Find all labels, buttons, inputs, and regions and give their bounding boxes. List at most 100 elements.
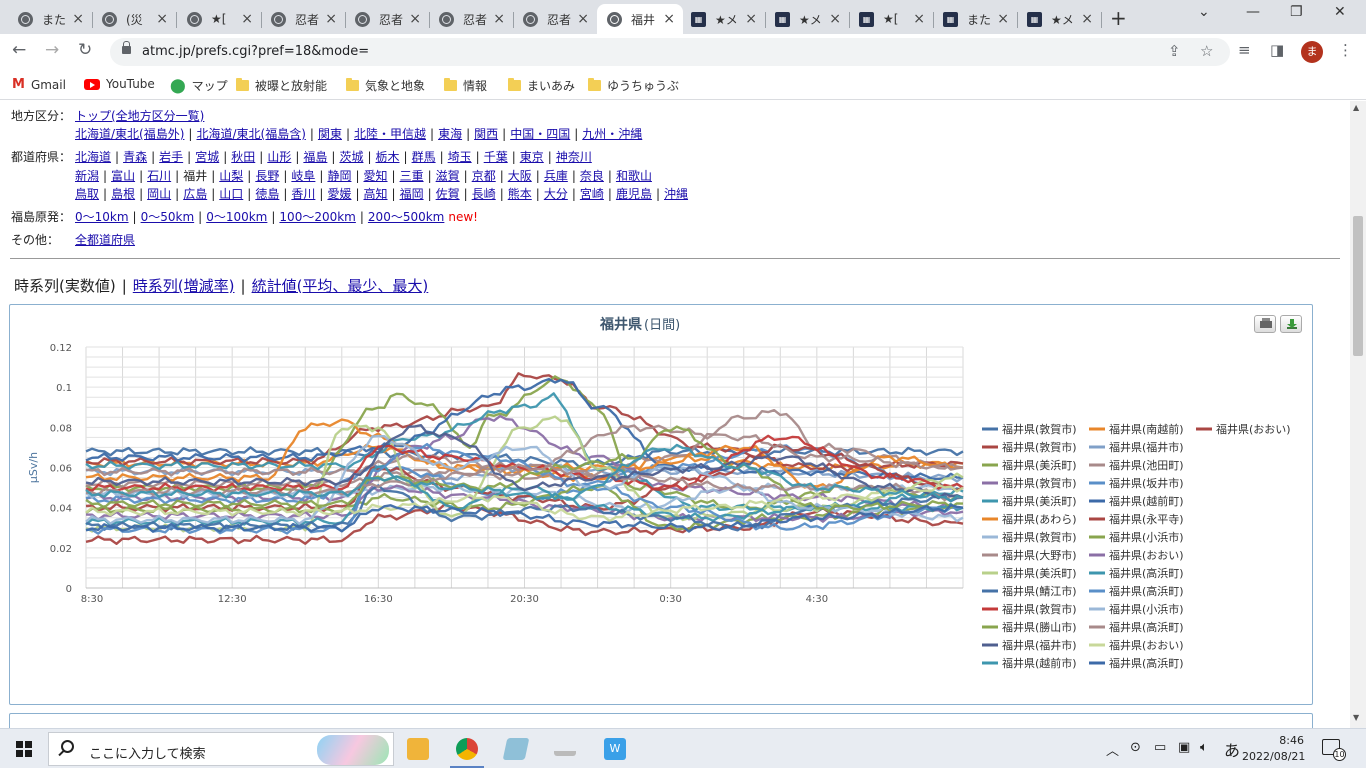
tab-close-icon[interactable]: × [72,11,84,27]
taskbar-clock[interactable]: 8:46 2022/08/21 [1242,733,1305,765]
print-button[interactable] [1254,315,1276,333]
prefecture-link-4[interactable]: 山口 [219,187,243,201]
browser-tab[interactable]: 忍者 × [345,4,430,34]
bookmark-item[interactable]: ⬤ マップ [170,77,228,94]
prefecture-link-12[interactable]: 大阪 [508,169,532,183]
chrome-icon[interactable] [456,738,478,760]
browser-tab[interactable]: 福井 × [597,4,683,34]
fukushima-link-1[interactable]: 0～50km [141,210,195,224]
prefecture-link-12[interactable]: 東京 [520,150,544,164]
address-bar[interactable]: atmc.jp/prefs.cgi?pref=18&mode= ⇪ ☆ [110,38,1230,66]
prefecture-link-5[interactable]: 徳島 [255,187,279,201]
view-statistics-link[interactable]: 統計値(平均、最少、最大) [252,277,429,295]
reading-list-icon[interactable]: ≡ [1238,41,1251,59]
prefecture-link-9[interactable]: 群馬 [412,150,436,164]
browser-tab[interactable]: 忍者 × [261,4,346,34]
restore-icon[interactable]: ❐ [1290,4,1303,20]
prefecture-link-2[interactable]: 石川 [147,169,171,183]
prefecture-link-5[interactable]: 山形 [267,150,291,164]
tab-close-icon[interactable]: × [241,11,253,27]
bookmark-item[interactable]: ゆうちゅうぶ [588,77,679,94]
menu-icon[interactable]: ⋮ [1338,41,1353,59]
prefecture-link-16[interactable]: 沖縄 [664,187,688,201]
prefecture-link-1[interactable]: 島根 [111,187,135,201]
prefecture-link-0[interactable]: 新潟 [75,169,99,183]
prefecture-link-3[interactable]: 広島 [183,187,207,201]
ime-indicator[interactable]: あ [1224,737,1240,761]
windows-start-icon[interactable] [16,741,32,757]
prefecture-link-10[interactable]: 埼玉 [448,150,472,164]
browser-tab[interactable]: ★[× [177,4,262,34]
side-panel-icon[interactable]: ◨ [1270,41,1284,59]
prefecture-link-13[interactable]: 兵庫 [544,169,568,183]
notepad-icon[interactable] [502,738,530,760]
prefecture-link-6[interactable]: 香川 [291,187,315,201]
prefecture-link-8[interactable]: 愛知 [364,169,388,183]
scroll-up-icon[interactable]: ▲ [1353,103,1359,112]
browser-tab[interactable]: ▦ ★メ × [681,4,766,34]
browser-tab[interactable]: (災 × [92,4,177,34]
tab-close-icon[interactable]: × [493,11,505,27]
tab-close-icon[interactable]: × [409,11,421,27]
region-link-2[interactable]: 関東 [318,127,342,141]
browser-tab[interactable]: 忍者 × [429,4,514,34]
prefecture-link-13[interactable]: 神奈川 [556,150,592,164]
tray-app-icon[interactable]: ⊙ [1130,740,1141,755]
prefecture-link-13[interactable]: 大分 [544,187,568,201]
tab-close-icon[interactable]: × [745,11,757,27]
share-icon[interactable]: ⇪ [1168,42,1181,60]
prefecture-link-11[interactable]: 長崎 [472,187,496,201]
prefecture-link-11[interactable]: 千葉 [484,150,508,164]
file-explorer-icon[interactable] [407,738,429,760]
region-link-6[interactable]: 中国・四国 [510,127,570,141]
prefecture-link-6[interactable]: 岐阜 [291,169,315,183]
region-top-link[interactable]: トップ(全地方区分一覧) [75,109,204,123]
back-icon[interactable]: ← [12,40,26,60]
bookmark-item[interactable]: まいあみ [508,77,575,94]
prefecture-link-2[interactable]: 岩手 [159,150,183,164]
bookmark-star-icon[interactable]: ☆ [1200,42,1213,60]
bookmark-item[interactable]: M Gmail [12,77,66,92]
bookmark-item[interactable]: YouTube [84,77,155,91]
region-link-0[interactable]: 北海道/東北(福島外) [75,127,184,141]
prefecture-link-12[interactable]: 熊本 [508,187,532,201]
region-link-5[interactable]: 関西 [474,127,498,141]
prefecture-link-8[interactable]: 高知 [364,187,388,201]
browser-tab[interactable]: 忍者 × [513,4,597,34]
prefecture-link-9[interactable]: 福岡 [400,187,424,201]
app-icon[interactable] [554,742,576,756]
prefecture-link-2[interactable]: 岡山 [147,187,171,201]
bookmark-item[interactable]: 被曝と放射能 [236,77,327,94]
prefecture-link-5[interactable]: 長野 [255,169,279,183]
browser-tab[interactable]: ▦ ★[× [849,4,934,34]
tab-close-icon[interactable]: × [577,11,589,27]
writer-app-icon[interactable]: W [604,738,626,760]
region-link-3[interactable]: 北陸・甲信越 [354,127,426,141]
prefecture-link-6[interactable]: 福島 [303,150,327,164]
prefecture-link-7[interactable]: 茨城 [339,150,363,164]
prefecture-link-4[interactable]: 秋田 [231,150,255,164]
profile-avatar[interactable]: ま [1301,41,1323,63]
fukushima-link-3[interactable]: 100～200km [279,210,355,224]
tab-close-icon[interactable]: × [325,11,337,27]
region-link-7[interactable]: 九州・沖縄 [582,127,642,141]
volume-icon[interactable]: 🔈︎ [1200,740,1208,755]
tab-search-icon[interactable]: ⌄ [1198,4,1210,20]
browser-tab[interactable]: ▦ また × [933,4,1018,34]
fukushima-link-2[interactable]: 0～100km [206,210,267,224]
prefecture-link-8[interactable]: 栃木 [376,150,400,164]
tab-close-icon[interactable]: × [997,11,1009,27]
prefecture-link-15[interactable]: 和歌山 [616,169,652,183]
prefecture-link-10[interactable]: 佐賀 [436,187,460,201]
new-tab-button[interactable]: + [1110,6,1127,30]
prefecture-link-7[interactable]: 静岡 [327,169,351,183]
prefecture-link-1[interactable]: 富山 [111,169,135,183]
region-link-4[interactable]: 東海 [438,127,462,141]
download-button[interactable] [1280,315,1302,333]
network-icon[interactable]: ▣ [1178,740,1190,755]
notification-icon[interactable]: 10 [1322,739,1346,761]
scroll-thumb[interactable] [1353,216,1363,356]
taskbar-search[interactable]: ここに入力して検索 [48,732,394,766]
prefecture-link-3[interactable]: 宮城 [195,150,219,164]
reload-icon[interactable]: ↻ [78,40,92,60]
